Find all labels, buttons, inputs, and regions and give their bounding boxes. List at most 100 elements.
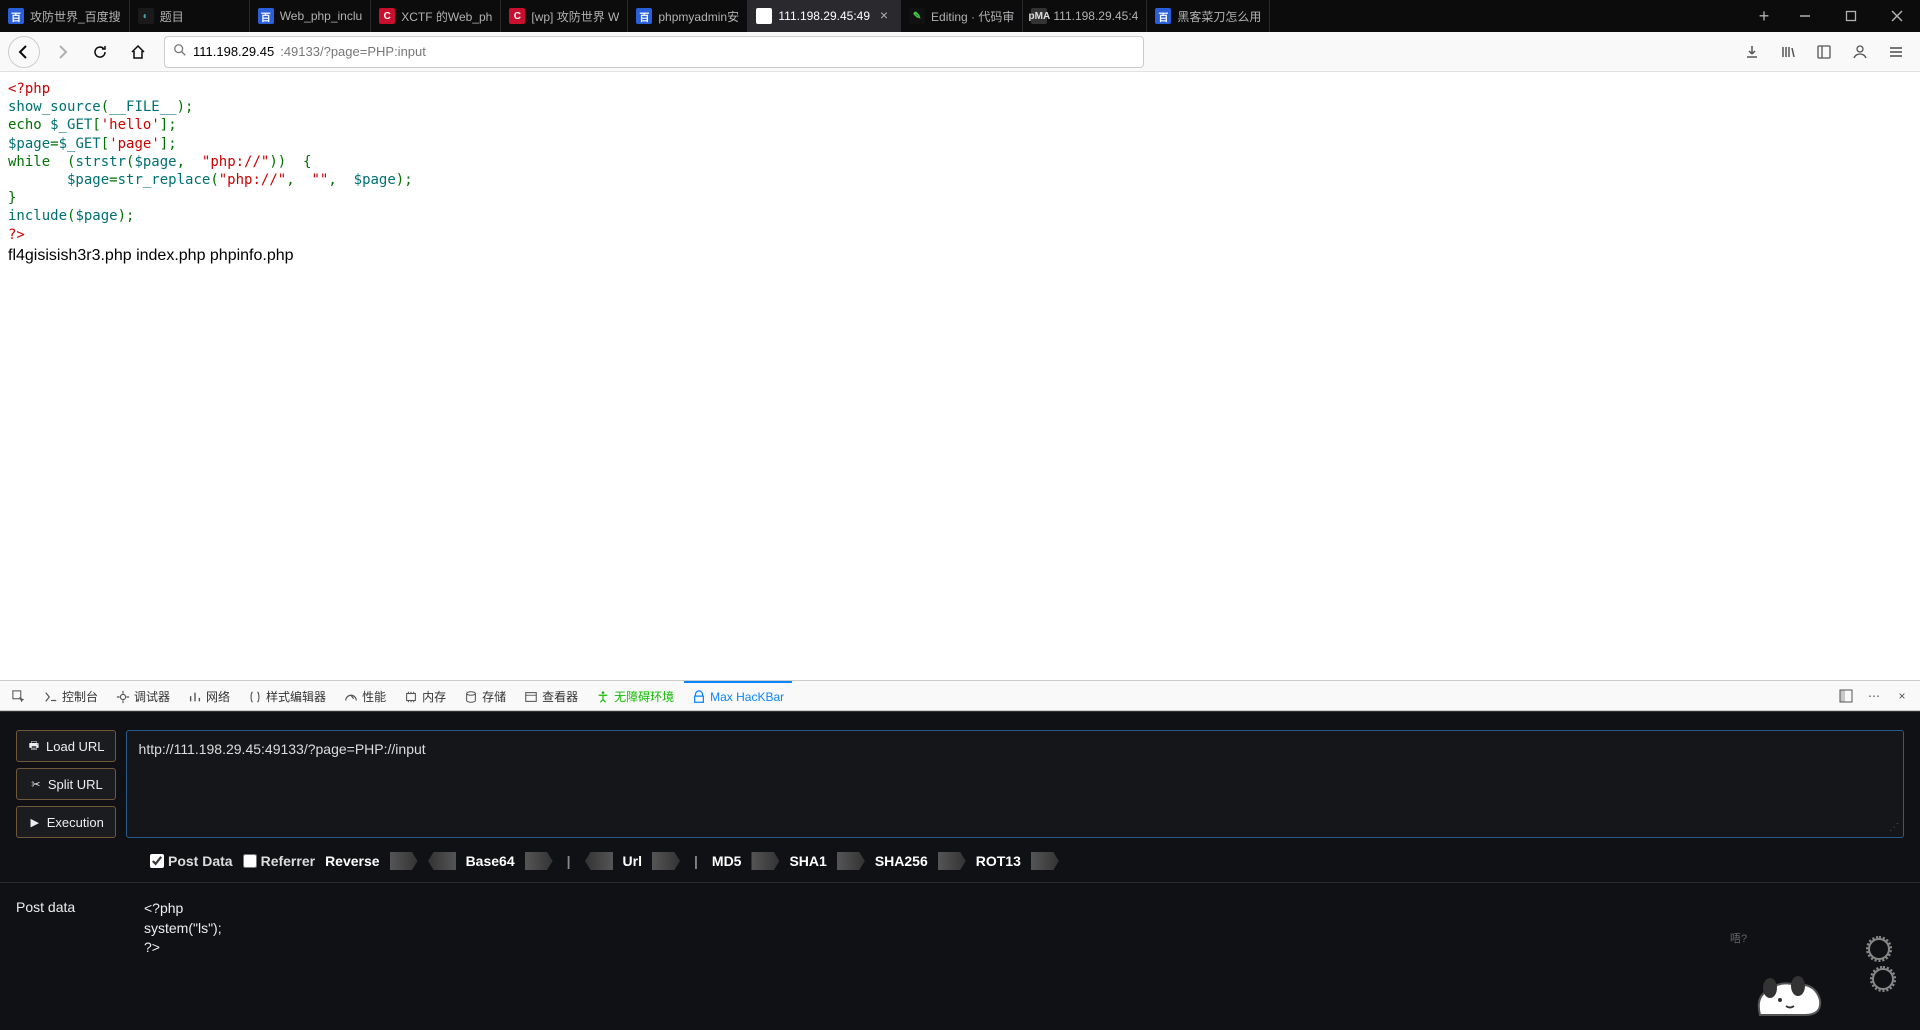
tab-label: XCTF 的Web_ph xyxy=(401,8,492,25)
tab-label: [wp] 攻防世界 W xyxy=(531,8,619,25)
browser-tab[interactable]: 百黑客菜刀怎么用 xyxy=(1147,0,1270,32)
sidebar-button[interactable] xyxy=(1808,36,1840,68)
devtools-tab-hackbar[interactable]: Max HacKBar xyxy=(684,681,792,710)
split-icon: ✂ xyxy=(29,777,43,791)
devtools-tab-network[interactable]: 网络 xyxy=(180,681,238,710)
devtools-panel: 控制台 调试器 网络 样式编辑器 性能 内存 存储 查看器 无障碍环境 Max … xyxy=(0,680,1920,1030)
rot13-button[interactable]: ROT13 xyxy=(976,853,1021,869)
referrer-checkbox[interactable]: Referrer xyxy=(243,853,315,869)
tab-label: Editing · 代码审 xyxy=(931,8,1014,25)
hackbar-panel: 🖶Load URL ✂Split URL ▶Execution http://1… xyxy=(0,711,1920,1030)
post-data-input[interactable]: <?php system("ls"); ?> xyxy=(144,899,1904,958)
url-bar[interactable]: 111.198.29.45 :49133/?page=PHP:input xyxy=(164,36,1144,68)
minimize-button[interactable] xyxy=(1782,0,1828,32)
browser-tab[interactable]: 百 Web_php_inclu xyxy=(250,0,372,32)
tabs-row: 百攻防世界_百度搜◐题目百Web_php_incluCXCTF 的Web_phC… xyxy=(0,0,1746,32)
back-button[interactable] xyxy=(8,36,40,68)
tab-label: 攻防世界_百度搜 xyxy=(30,8,121,25)
hackbar-buttons: 🖶Load URL ✂Split URL ▶Execution xyxy=(16,730,116,838)
url-host: 111.198.29.45 xyxy=(193,44,274,59)
post-data-checkbox[interactable]: Post Data xyxy=(150,853,233,869)
url-rest: :49133/?page=PHP:input xyxy=(280,44,426,59)
code-text: <?php xyxy=(8,81,50,97)
resize-handle-icon[interactable]: ⋰ xyxy=(1889,822,1899,833)
sha1-button[interactable]: SHA1 xyxy=(789,853,826,869)
devtools-tab-style[interactable]: 样式编辑器 xyxy=(240,681,334,710)
md5-button[interactable]: MD5 xyxy=(712,853,742,869)
tab-label: 题目 xyxy=(160,8,241,25)
arrow-right-icon[interactable] xyxy=(390,852,418,870)
downloads-button[interactable] xyxy=(1736,36,1768,68)
home-button[interactable] xyxy=(122,36,154,68)
urlenc-button[interactable]: Url xyxy=(623,853,642,869)
arrow-right-icon[interactable] xyxy=(938,852,966,870)
load-url-button[interactable]: 🖶Load URL xyxy=(16,730,116,762)
favicon: 百 xyxy=(636,8,652,24)
arrow-right-icon[interactable] xyxy=(751,852,779,870)
arrow-right-icon[interactable] xyxy=(1031,852,1059,870)
favicon: 百 xyxy=(1155,8,1171,24)
library-button[interactable] xyxy=(1772,36,1804,68)
browser-tab[interactable]: 111.198.29.45:49 × xyxy=(748,0,901,32)
browser-tab[interactable]: 百攻防世界_百度搜 xyxy=(0,0,130,32)
sha256-button[interactable]: SHA256 xyxy=(875,853,928,869)
browser-tab[interactable]: ◐ 题目 xyxy=(130,0,250,32)
favicon: C xyxy=(509,8,525,24)
arrow-left-icon[interactable] xyxy=(585,852,613,870)
hackbar-url-input[interactable]: http://111.198.29.45:49133/?page=PHP://i… xyxy=(126,730,1904,838)
execution-button[interactable]: ▶Execution xyxy=(16,806,116,838)
devtools-tab-accessibility[interactable]: 无障碍环境 xyxy=(588,681,682,710)
devtools-inspector-picker[interactable] xyxy=(4,681,34,710)
favicon xyxy=(756,8,772,24)
devtools-more-button[interactable]: ⋯ xyxy=(1864,686,1884,706)
favicon: ✎ xyxy=(909,8,925,24)
browser-tab[interactable]: C [wp] 攻防世界 W xyxy=(501,0,628,32)
window-controls xyxy=(1782,0,1920,32)
arrow-right-icon[interactable] xyxy=(837,852,865,870)
reverse-button[interactable]: Reverse xyxy=(325,853,380,869)
browser-tab[interactable]: C XCTF 的Web_ph xyxy=(371,0,501,32)
browser-tab[interactable]: 百phpmyadmin安 xyxy=(628,0,748,32)
favicon: 百 xyxy=(258,8,274,24)
load-icon: 🖶 xyxy=(27,739,41,753)
devtools-tab-debugger[interactable]: 调试器 xyxy=(108,681,178,710)
tab-label: Web_php_inclu xyxy=(280,9,363,23)
browser-tab[interactable]: pMA 111.198.29.45:4 xyxy=(1023,0,1147,32)
favicon: pMA xyxy=(1031,8,1047,24)
favicon: C xyxy=(379,8,395,24)
favicon: ◐ xyxy=(138,8,154,24)
app-menu-button[interactable] xyxy=(1880,36,1912,68)
arrow-right-icon[interactable] xyxy=(652,852,680,870)
devtools-dock-button[interactable] xyxy=(1836,686,1856,706)
reload-button[interactable] xyxy=(84,36,116,68)
post-data-section: Post data <?php system("ls"); ?> xyxy=(0,882,1920,974)
split-url-button[interactable]: ✂Split URL xyxy=(16,768,116,800)
devtools-tab-memory[interactable]: 内存 xyxy=(396,681,454,710)
devtools-tab-inspector[interactable]: 查看器 xyxy=(516,681,586,710)
devtools-tab-storage[interactable]: 存储 xyxy=(456,681,514,710)
post-data-label: Post data xyxy=(16,899,128,958)
maximize-button[interactable] xyxy=(1828,0,1874,32)
close-icon[interactable]: × xyxy=(876,8,892,24)
account-button[interactable] xyxy=(1844,36,1876,68)
devtools-tabs: 控制台 调试器 网络 样式编辑器 性能 内存 存储 查看器 无障碍环境 Max … xyxy=(0,681,1920,711)
devtools-tab-console[interactable]: 控制台 xyxy=(36,681,106,710)
output-text: fl4gisisish3r3.php index.php phpinfo.php xyxy=(8,246,1912,267)
browser-tab[interactable]: ✎ Editing · 代码审 xyxy=(901,0,1023,32)
devtools-tab-performance[interactable]: 性能 xyxy=(336,681,394,710)
page-content: <?php show_source(__FILE__); echo $_GET[… xyxy=(0,72,1920,274)
tab-label: 111.198.29.45:4 xyxy=(1053,9,1138,23)
toolbar-right xyxy=(1736,36,1912,68)
base64-button[interactable]: Base64 xyxy=(466,853,515,869)
tab-label: 黑客菜刀怎么用 xyxy=(1177,8,1261,25)
devtools-close-button[interactable]: × xyxy=(1892,686,1912,706)
tab-label: 111.198.29.45:49 xyxy=(778,9,870,23)
close-window-button[interactable] xyxy=(1874,0,1920,32)
new-tab-button[interactable]: + xyxy=(1746,0,1782,32)
search-icon xyxy=(173,43,187,60)
favicon: 百 xyxy=(8,8,24,24)
arrow-left-icon[interactable] xyxy=(428,852,456,870)
arrow-right-icon[interactable] xyxy=(525,852,553,870)
play-icon: ▶ xyxy=(28,815,42,829)
forward-button[interactable] xyxy=(46,36,78,68)
